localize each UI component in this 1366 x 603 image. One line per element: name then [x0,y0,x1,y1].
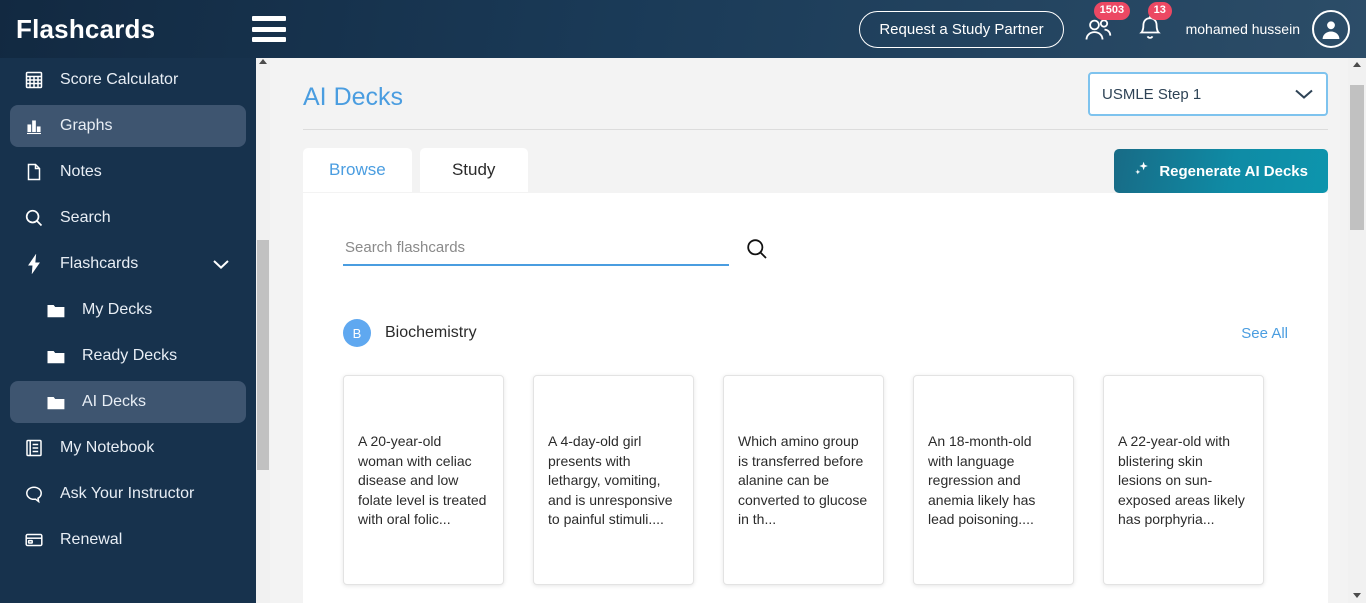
app-brand: Flashcards [16,13,156,44]
chat-bubble-icon [24,484,50,504]
sidebar-item-flashcards[interactable]: Flashcards [10,243,246,285]
notebook-icon [24,438,50,458]
sidebar-item-label: Notes [60,163,102,180]
flashcard-item[interactable]: Which amino group is transferred before … [723,375,884,585]
flashcard-search-row [343,235,773,266]
sidebar-item-score-calculator[interactable]: Score Calculator [10,59,246,101]
sidebar-nav: Score Calculator Graphs Notes Search Flashca… [0,59,256,561]
tab-bar: Browse Study Regenerate AI Decks [270,130,1348,193]
people-button[interactable]: 1503 [1080,2,1131,47]
notebook-icon [26,439,42,457]
sidebar-item-label: My Decks [82,301,153,318]
sidebar-item-label: Ready Decks [82,347,178,364]
tab-study[interactable]: Study [419,148,528,192]
see-all-link[interactable]: See All [1241,325,1288,342]
sidebar-item-label: My Notebook [60,439,155,456]
main-scrollbar[interactable] [1348,55,1366,603]
browse-panel: B Biochemistry See All A 20-year-old wom… [303,193,1328,603]
notifications-badge-count: 13 [1147,2,1172,20]
search-icon [25,209,43,227]
page-header: AI Decks USMLE Step 1 [270,55,1348,123]
main-scrollbar-thumb[interactable] [1350,85,1364,230]
search-icon [747,238,767,259]
hamburger-icon[interactable] [252,16,286,42]
folder-icon [46,300,72,320]
notifications-button[interactable]: 13 [1132,2,1172,47]
card-icon [24,530,50,550]
subject-section-header: B Biochemistry See All [343,319,1328,347]
sidebar-item-label: Score Calculator [60,71,179,88]
regenerate-ai-decks-label: Regenerate AI Decks [1159,162,1308,180]
sidebar-item-my-decks[interactable]: My Decks [10,289,246,331]
exam-select-value: USMLE Step 1 [1102,85,1202,103]
folder-icon [47,397,65,410]
sidebar-item-notes[interactable]: Notes [10,151,246,193]
flashcard-item[interactable]: A 22-year-old with blistering skin lesio… [1103,375,1264,585]
chat-bubble-icon [26,486,42,504]
page-title: AI Decks [303,83,404,111]
folder-icon [46,392,72,412]
sidebar-item-ai-decks[interactable]: AI Decks [10,381,246,423]
bar-chart-icon [24,116,50,136]
regenerate-ai-decks-button[interactable]: Regenerate AI Decks [1114,149,1328,193]
top-header: Flashcards Request a Study Partner 1503 … [0,0,1366,58]
sidebar-item-label: Ask Your Instructor [60,485,195,502]
sidebar-item-label: Flashcards [60,255,139,272]
sidebar-item-label: Renewal [60,531,123,548]
card-icon [25,533,43,547]
lightning-icon [24,254,50,274]
search-icon [24,208,50,228]
lightning-icon [28,254,40,274]
user-avatar[interactable] [1312,10,1350,48]
sidebar-item-ready-decks[interactable]: Ready Decks [10,335,246,377]
flashcard-item[interactable]: An 18-month-old with language regression… [913,375,1074,585]
calculator-icon [24,70,50,90]
search-input[interactable] [343,235,729,266]
user-avatar-icon [1322,21,1340,39]
bar-chart-icon [27,120,41,135]
people-badge-count: 1503 [1093,2,1131,20]
file-icon [27,163,41,181]
sidebar-item-renewal[interactable]: Renewal [10,519,246,561]
subject-name: Biochemistry [385,324,477,341]
sparkles-icon [1134,161,1150,181]
search-button[interactable] [741,237,773,265]
username-label: mohamed hussein [1185,21,1300,37]
scroll-up-arrow-icon[interactable] [1353,62,1361,67]
main-content: AI Decks USMLE Step 1 Browse Study Regen… [270,55,1348,603]
calculator-icon [25,71,43,89]
chevron-down-icon[interactable] [212,259,230,270]
sidebar-scrollbar-thumb[interactable] [257,240,269,470]
chevron-down-icon [1294,88,1314,100]
sidebar: Score Calculator Graphs Notes Search Flashca… [0,55,256,603]
sidebar-item-label: Graphs [60,117,113,134]
folder-icon [47,305,65,318]
sidebar-item-label: Search [60,209,111,226]
flashcard-list: A 20-year-old woman with celiac disease … [343,375,1328,585]
file-icon [24,162,50,182]
folder-icon [46,346,72,366]
subject-avatar: B [343,319,371,347]
sidebar-scrollbar[interactable] [256,55,270,603]
sidebar-item-my-notebook[interactable]: My Notebook [10,427,246,469]
sidebar-item-label: AI Decks [82,393,147,410]
flashcard-item[interactable]: A 20-year-old woman with celiac disease … [343,375,504,585]
exam-select[interactable]: USMLE Step 1 [1088,72,1328,116]
header-actions: Request a Study Partner 1503 13 mohamed … [859,0,1366,58]
request-study-partner-button[interactable]: Request a Study Partner [859,10,1064,48]
chevron-down-icon [213,259,229,269]
folder-icon [47,351,65,364]
sidebar-item-graphs[interactable]: Graphs [10,105,246,147]
sidebar-item-ask-your-instructor[interactable]: Ask Your Instructor [10,473,246,515]
tab-browse[interactable]: Browse [303,148,412,192]
scroll-down-arrow-icon[interactable] [1353,593,1361,598]
sidebar-item-search[interactable]: Search [10,197,246,239]
scroll-up-arrow-icon[interactable] [259,59,267,64]
flashcard-item[interactable]: A 4-day-old girl presents with lethargy,… [533,375,694,585]
